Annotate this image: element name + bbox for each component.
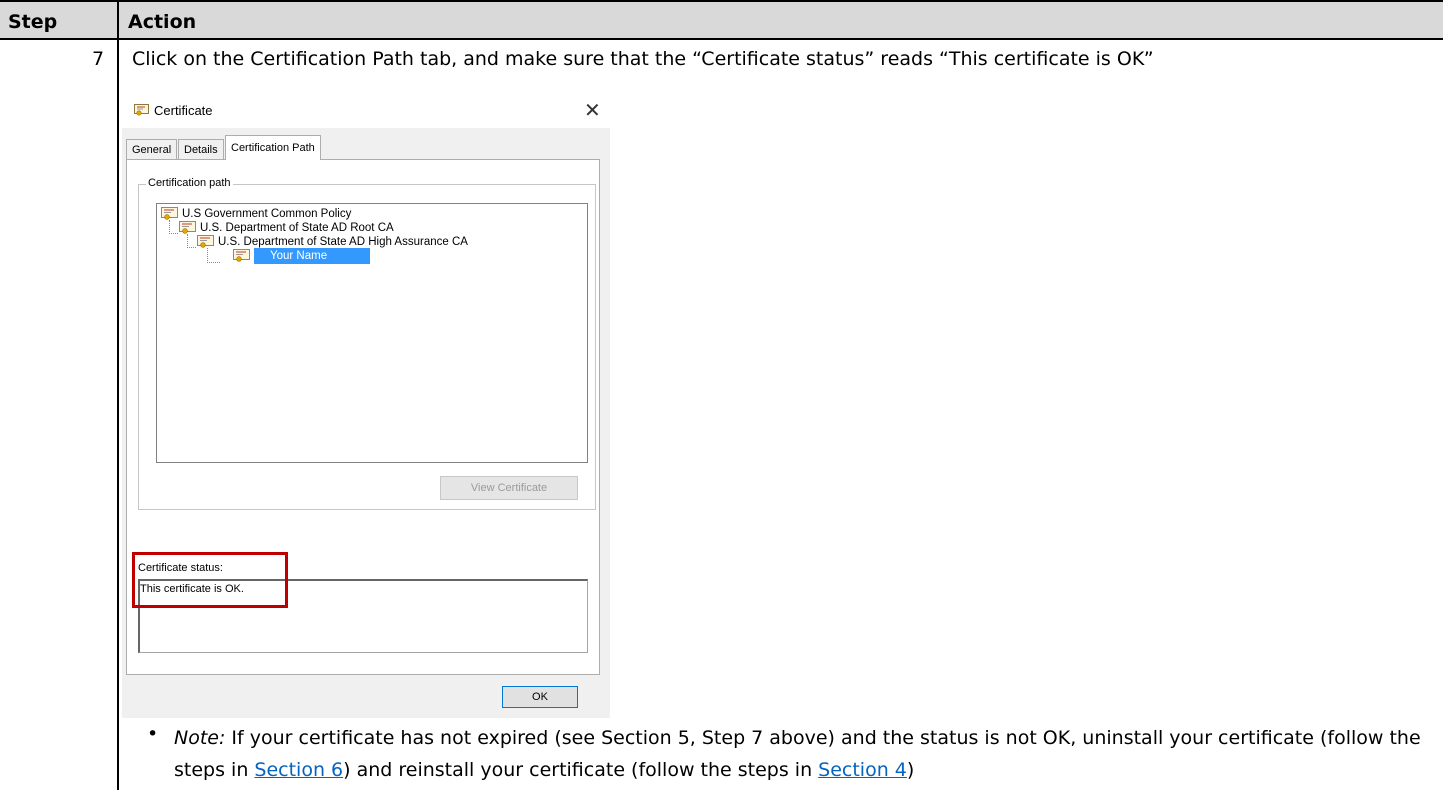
certificate-icon: [197, 235, 214, 248]
tree-node-label: Your Name: [254, 248, 370, 264]
dialog-body: General Details Certification Path Certi…: [122, 128, 610, 718]
certification-path-label: Certification path: [146, 177, 233, 189]
step-number: 7: [92, 48, 105, 70]
note-text-3: ): [906, 759, 915, 781]
certificate-icon: [134, 104, 149, 116]
tree-connector: [207, 248, 220, 263]
certificate-icon: [233, 249, 250, 262]
header-step: Step: [8, 11, 58, 33]
column-divider: [117, 0, 119, 790]
note-paragraph: Note: If your certificate has not expire…: [174, 722, 1434, 786]
certificate-dialog: Certificate ✕ General Details Certificat…: [122, 94, 610, 718]
ok-button[interactable]: OK: [502, 686, 578, 708]
tab-details[interactable]: Details: [178, 139, 224, 159]
status-highlight-box: [132, 552, 288, 608]
certification-path-tree[interactable]: U.S Government Common Policy U.S. Depart…: [156, 203, 588, 463]
header-action: Action: [128, 11, 197, 33]
tree-connector: [187, 234, 196, 248]
note-text-2: ) and reinstall your certificate (follow…: [343, 759, 819, 781]
step-instruction: Click on the Certification Path tab, and…: [132, 48, 1154, 70]
tab-general[interactable]: General: [126, 139, 178, 159]
view-certificate-button[interactable]: View Certificate: [440, 476, 578, 500]
certificate-icon: [161, 207, 178, 220]
table-header-row: Step Action: [0, 0, 1443, 40]
section-4-link[interactable]: Section 4: [818, 759, 907, 781]
certificate-icon: [179, 221, 196, 234]
note-prefix: Note:: [174, 727, 226, 749]
dialog-title: Certificate: [154, 103, 213, 118]
note-bullet: •: [147, 723, 159, 745]
close-icon[interactable]: ✕: [584, 98, 601, 123]
tab-certification-path[interactable]: Certification Path: [225, 135, 321, 160]
tree-connector: [169, 220, 178, 234]
section-6-link[interactable]: Section 6: [254, 759, 343, 781]
